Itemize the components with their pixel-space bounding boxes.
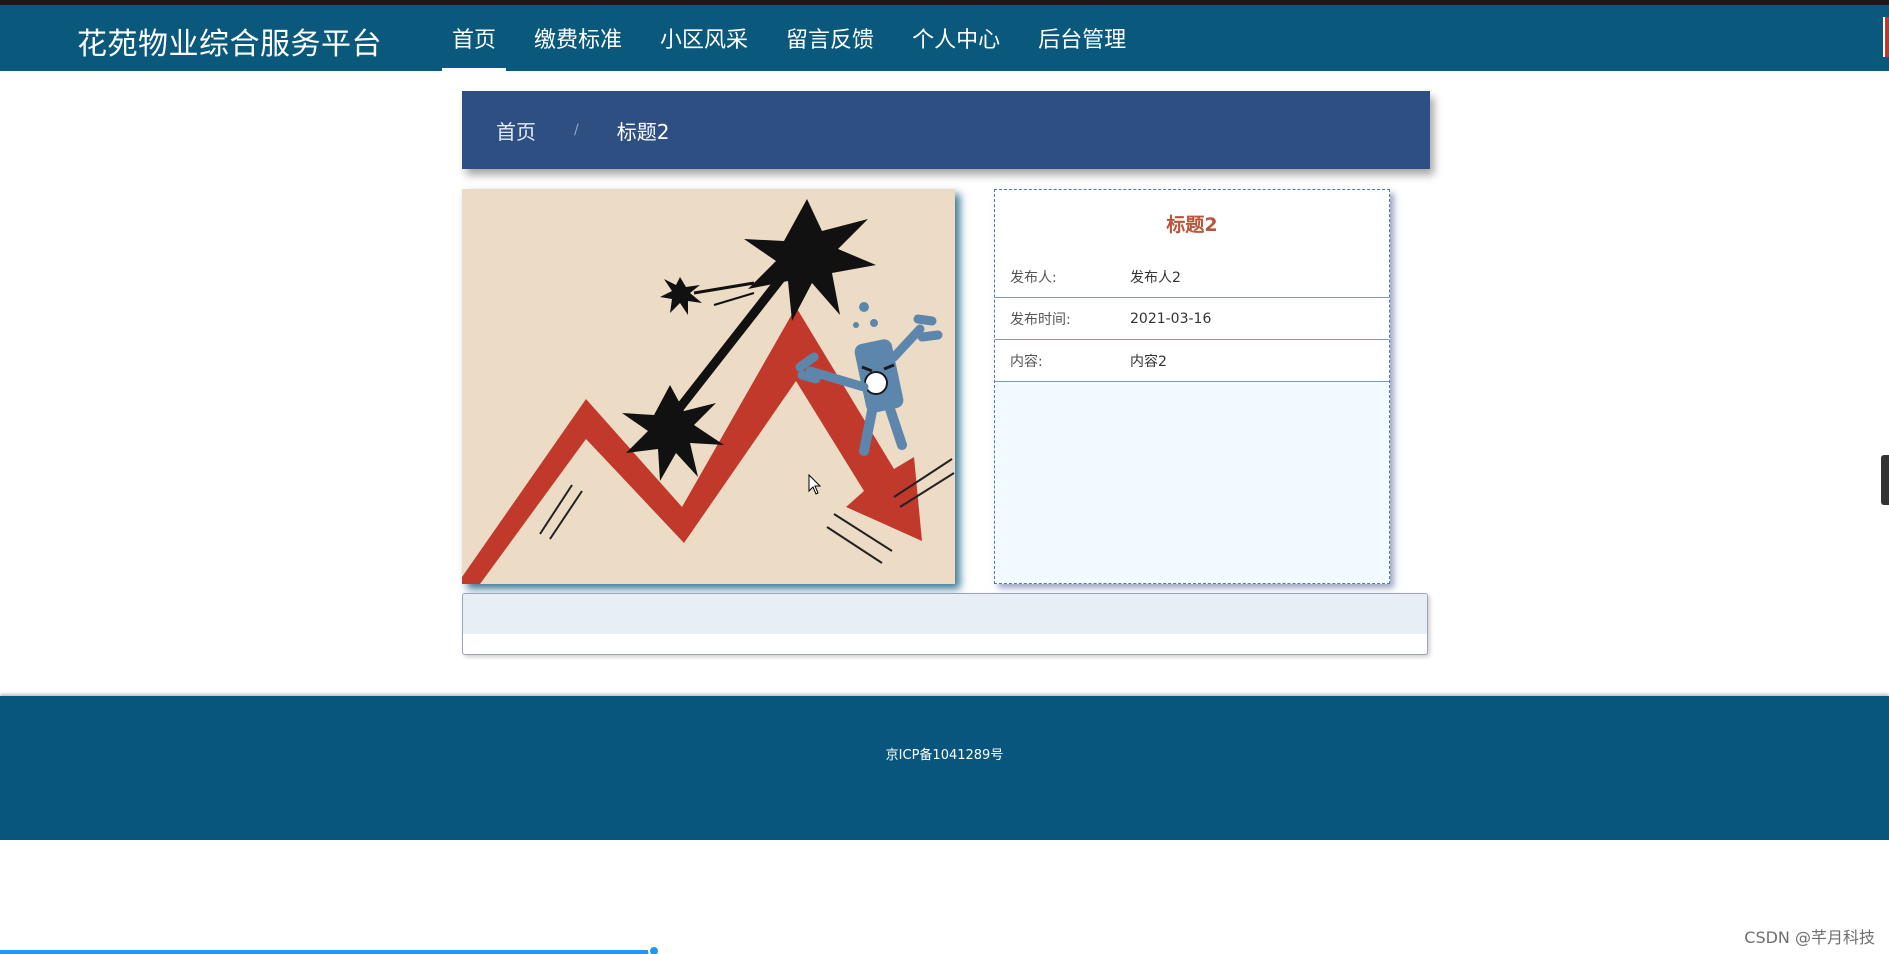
breadcrumb: 首页 / 标题2: [462, 91, 1430, 169]
breadcrumb-separator: /: [574, 122, 579, 138]
detail-panel: 标题2 发布人: 发布人2 发布时间: 2021-03-16 内容: 内容2: [994, 189, 1390, 584]
watermark: CSDN @芊月科技: [1744, 928, 1875, 947]
detail-row-publish-time: 发布时间: 2021-03-16: [995, 298, 1389, 340]
nav-item-home[interactable]: 首页: [442, 5, 507, 71]
detail-row-publisher: 发布人: 发布人2: [995, 256, 1389, 298]
main-nav: 首页 缴费标准 小区风采 留言反馈 个人中心 后台管理: [442, 5, 1154, 71]
nav-item-community-gallery[interactable]: 小区风采: [650, 5, 758, 71]
breadcrumb-current: 标题2: [616, 119, 670, 144]
edge-badge: [1883, 17, 1889, 57]
video-progress-bar[interactable]: [0, 950, 655, 954]
nav-item-feedback[interactable]: 留言反馈: [776, 5, 884, 71]
nav-item-personal-center[interactable]: 个人中心: [902, 5, 1010, 71]
publish-time-value: 2021-03-16: [1130, 310, 1212, 327]
detail-title: 标题2: [995, 190, 1389, 256]
news-image: [462, 189, 955, 584]
video-progress-handle[interactable]: [648, 945, 660, 954]
side-drawer-handle[interactable]: [1881, 455, 1889, 505]
publisher-label: 发布人:: [1010, 269, 1057, 286]
content-value: 内容2: [1130, 353, 1167, 370]
content-label: 内容:: [1010, 353, 1043, 370]
page-footer: 京ICP备1041289号: [0, 696, 1889, 840]
nav-item-admin[interactable]: 后台管理: [1028, 5, 1136, 71]
publisher-value: 发布人2: [1130, 269, 1181, 286]
content-panel-header: [463, 594, 1427, 634]
nav-item-fee-standard[interactable]: 缴费标准: [524, 5, 632, 71]
detail-row-content: 内容: 内容2: [995, 340, 1389, 382]
breadcrumb-home-link[interactable]: 首页: [496, 116, 536, 145]
content-panel: [462, 593, 1428, 655]
publish-time-label: 发布时间:: [1010, 311, 1071, 328]
mouse-pointer-icon: [808, 474, 822, 495]
icp-record: 京ICP备1041289号: [885, 748, 1004, 763]
site-brand[interactable]: 花苑物业综合服务平台: [77, 19, 382, 63]
top-navbar: 花苑物业综合服务平台 首页 缴费标准 小区风采 留言反馈 个人中心 后台管理: [0, 5, 1889, 71]
